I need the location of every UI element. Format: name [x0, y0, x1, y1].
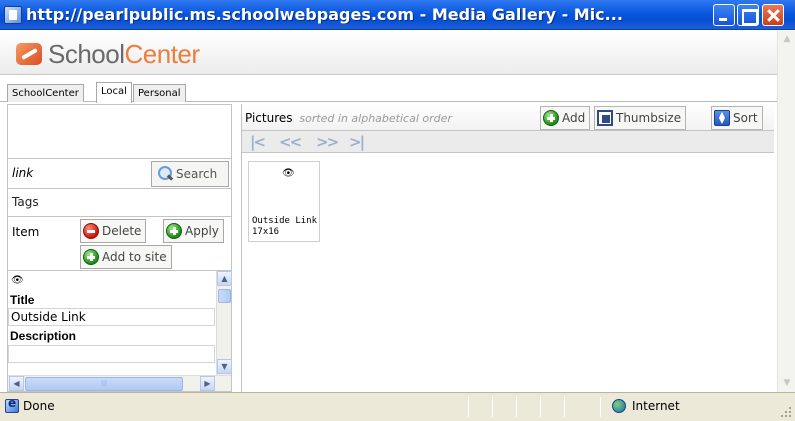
page-done-icon	[5, 396, 19, 413]
item-detail: 👁 Title Description	[8, 271, 216, 375]
tab-personal[interactable]: Personal	[133, 84, 186, 102]
description-label: Description	[10, 329, 77, 343]
search-row: Search	[8, 159, 231, 189]
search-icon	[156, 165, 174, 183]
browser-content: SchoolCenter SchoolCenter Local Personal…	[0, 31, 777, 392]
scroll-right-icon[interactable]: ▶	[200, 376, 215, 391]
pager: |< << >> >|	[242, 131, 774, 153]
internet-globe-icon	[612, 399, 626, 413]
window-title: http://pearlpublic.ms.schoolwebpages.com…	[26, 5, 623, 24]
last-page-icon[interactable]: >|	[349, 133, 365, 151]
resize-grip-icon[interactable]	[779, 405, 793, 419]
apply-icon	[166, 223, 182, 239]
ie-window-icon	[4, 6, 22, 24]
detail-horizontal-scrollbar[interactable]: ◀ ||| ▶	[8, 375, 231, 391]
description-field[interactable]	[8, 345, 215, 363]
close-button[interactable]	[762, 4, 784, 26]
add-icon	[543, 110, 559, 126]
status-separator	[564, 397, 565, 417]
title-field[interactable]	[8, 308, 215, 326]
search-input[interactable]	[10, 162, 150, 184]
picture-thumbnail[interactable]: 👁 Outside Link 17x16	[248, 161, 320, 242]
delete-button[interactable]: Delete	[80, 219, 147, 243]
library-tabs: SchoolCenter Local Personal	[0, 80, 777, 103]
thumbsize-button[interactable]: Thumbsize	[594, 106, 687, 130]
pictures-title: Pictures	[245, 111, 293, 125]
scroll-thumb[interactable]	[218, 289, 231, 303]
logo-text-part2: Center	[124, 39, 201, 69]
page-scroll-up-icon[interactable]: ▲	[779, 31, 795, 47]
schoolcenter-logo: SchoolCenter	[16, 39, 200, 69]
header-bar: SchoolCenter	[0, 31, 777, 75]
add-to-site-label: Add to site	[102, 250, 167, 264]
apply-button-label: Apply	[185, 224, 219, 238]
page-scroll-down-icon[interactable]: ▼	[779, 375, 795, 391]
sort-button-label: Sort	[733, 111, 758, 125]
search-button[interactable]: Search	[151, 161, 229, 187]
tab-schoolcenter[interactable]: SchoolCenter	[7, 84, 84, 102]
picture-dimensions: 17x16	[252, 227, 280, 237]
logo-swoosh-icon	[16, 43, 42, 65]
thumbsize-button-label: Thumbsize	[616, 111, 682, 125]
status-text: Done	[23, 399, 55, 413]
add-button-label: Add	[562, 111, 586, 125]
status-separator	[516, 397, 517, 417]
left-panel: Search Tags Item Delete Apply Add to sit…	[7, 104, 232, 392]
delete-button-label: Delete	[102, 224, 142, 238]
picture-name: Outside Link	[252, 216, 318, 226]
eye-icon: 👁	[282, 168, 295, 179]
eye-icon: 👁	[11, 275, 24, 286]
add-button[interactable]: Add	[540, 106, 591, 130]
add-to-site-icon	[83, 249, 99, 265]
page-vertical-scrollbar[interactable]: ▲ ▼	[777, 31, 795, 392]
next-page-icon[interactable]: >>	[316, 133, 339, 151]
search-button-label: Search	[176, 167, 218, 181]
minimize-button[interactable]	[713, 4, 735, 26]
security-zone: Internet	[632, 399, 680, 413]
pictures-sort-note: sorted in alphabetical order	[299, 112, 452, 125]
item-label: Item	[12, 225, 40, 239]
window-title-bar: http://pearlpublic.ms.schoolwebpages.com…	[0, 0, 795, 30]
left-panel-blank	[8, 105, 231, 159]
scroll-down-icon[interactable]: ▼	[217, 359, 232, 374]
detail-vertical-scrollbar[interactable]: ▲ ▼	[216, 271, 232, 375]
thumbsize-icon	[597, 110, 613, 126]
logo-text-part1: School	[48, 39, 125, 69]
status-separator	[468, 397, 469, 417]
status-separator	[600, 397, 601, 417]
scroll-left-icon[interactable]: ◀	[9, 376, 24, 391]
title-label: Title	[10, 293, 35, 307]
status-separator	[540, 397, 541, 417]
pictures-panel: Pictures sorted in alphabetical order Ad…	[241, 104, 774, 392]
scroll-thumb-horizontal[interactable]: |||	[25, 377, 183, 391]
delete-icon	[83, 223, 99, 239]
tab-local[interactable]: Local	[96, 82, 132, 103]
first-page-icon[interactable]: |<	[250, 133, 266, 151]
tags-label: Tags	[8, 189, 231, 217]
status-bar: Done Internet	[0, 392, 795, 421]
status-separator	[492, 397, 493, 417]
previous-page-icon[interactable]: <<	[279, 133, 302, 151]
apply-button[interactable]: Apply	[163, 219, 224, 243]
scroll-up-icon[interactable]: ▲	[217, 271, 232, 286]
pictures-header: Pictures sorted in alphabetical order Ad…	[242, 104, 774, 131]
add-to-site-button[interactable]: Add to site	[80, 245, 172, 269]
sort-button[interactable]: ▲ ▼ Sort	[711, 106, 763, 130]
maximize-button[interactable]	[737, 4, 759, 26]
sort-icon: ▲ ▼	[714, 110, 730, 126]
item-actions-row: Item Delete Apply Add to site	[8, 217, 231, 271]
